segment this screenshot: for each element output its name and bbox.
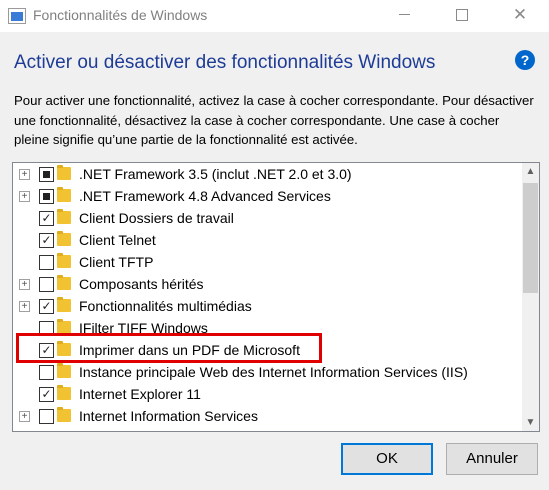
close-button[interactable]: ✕ <box>497 0 543 32</box>
feature-checkbox[interactable]: ✓ <box>39 299 54 314</box>
title-bar: Fonctionnalités de Windows ✕ <box>0 0 549 32</box>
feature-label: Client Dossiers de travail <box>79 210 234 226</box>
ok-button[interactable]: OK <box>341 443 433 475</box>
feature-row[interactable]: ✓ Internet Explorer 11 <box>13 383 519 405</box>
feature-checkbox[interactable] <box>39 277 54 292</box>
feature-row[interactable]: + ✓ Fonctionnalités multimédias <box>13 295 519 317</box>
folder-icon <box>57 275 71 290</box>
feature-row[interactable]: + Internet Information Services <box>13 405 519 427</box>
feature-checkbox[interactable]: ✓ <box>39 211 54 226</box>
cancel-button[interactable]: Annuler <box>446 443 538 475</box>
feature-checkbox[interactable] <box>39 365 54 380</box>
minimize-button[interactable] <box>381 0 427 32</box>
feature-checkbox[interactable] <box>39 167 54 182</box>
maximize-button[interactable] <box>439 0 485 32</box>
scroll-down-icon[interactable]: ▼ <box>522 414 539 431</box>
feature-label: Internet Explorer 11 <box>79 386 201 402</box>
feature-checkbox[interactable] <box>39 255 54 270</box>
feature-checkbox[interactable]: ✓ <box>39 233 54 248</box>
feature-row[interactable]: Client TFTP <box>13 251 519 273</box>
folder-icon <box>57 209 71 224</box>
highlight-box <box>16 333 322 363</box>
description-text: Pour activer une fonctionnalité, activez… <box>14 93 534 147</box>
expand-icon[interactable]: + <box>19 301 30 312</box>
folder-icon <box>57 253 71 268</box>
feature-checkbox[interactable] <box>39 409 54 424</box>
scroll-up-icon[interactable]: ▲ <box>522 163 539 180</box>
folder-icon <box>57 385 71 400</box>
scroll-thumb[interactable] <box>523 183 538 293</box>
feature-label: .NET Framework 3.5 (inclut .NET 2.0 et 3… <box>79 166 352 182</box>
feature-label: Client TFTP <box>79 254 154 270</box>
feature-row[interactable]: ✓ Client Telnet <box>13 229 519 251</box>
feature-label: .NET Framework 4.8 Advanced Services <box>79 188 331 204</box>
help-icon[interactable]: ? <box>515 50 535 70</box>
feature-label: Composants hérités <box>79 276 204 292</box>
close-icon: ✕ <box>512 5 528 24</box>
minimize-icon <box>398 14 410 16</box>
expand-icon[interactable]: + <box>19 411 30 422</box>
feature-label: Client Telnet <box>79 232 156 248</box>
feature-row[interactable]: ✓ Client Dossiers de travail <box>13 207 519 229</box>
folder-icon <box>57 165 71 180</box>
feature-row[interactable]: + Composants hérités <box>13 273 519 295</box>
feature-label: Instance principale Web des Internet Inf… <box>79 364 468 380</box>
folder-icon <box>57 363 71 378</box>
feature-row[interactable]: Instance principale Web des Internet Inf… <box>13 361 519 383</box>
feature-row[interactable]: + .NET Framework 3.5 (inclut .NET 2.0 et … <box>13 163 519 185</box>
folder-icon <box>57 407 71 422</box>
features-tree[interactable]: + .NET Framework 3.5 (inclut .NET 2.0 et … <box>12 162 540 432</box>
folder-icon <box>57 297 71 312</box>
maximize-icon <box>456 8 468 21</box>
feature-checkbox[interactable]: ✓ <box>39 387 54 402</box>
feature-label: Internet Information Services <box>79 408 258 424</box>
feature-row[interactable]: + .NET Framework 4.8 Advanced Services <box>13 185 519 207</box>
vertical-scrollbar[interactable]: ▲ ▼ <box>522 163 539 431</box>
app-window-icon <box>8 8 26 24</box>
feature-label: Fonctionnalités multimédias <box>79 298 252 314</box>
folder-icon <box>57 231 71 246</box>
folder-icon <box>57 187 71 202</box>
expand-icon[interactable]: + <box>19 169 30 180</box>
window-title: Fonctionnalités de Windows <box>33 7 208 23</box>
expand-icon[interactable]: + <box>19 279 30 290</box>
expand-icon[interactable]: + <box>19 191 30 202</box>
page-heading: Activer ou désactiver des fonctionnalité… <box>14 52 436 73</box>
feature-checkbox[interactable] <box>39 189 54 204</box>
